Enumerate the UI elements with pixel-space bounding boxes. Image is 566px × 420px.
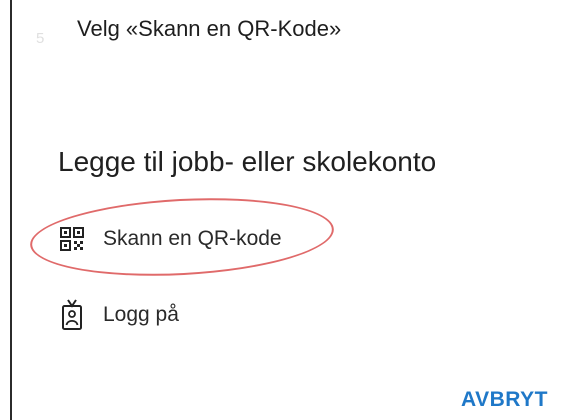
id-badge-icon [58,298,86,332]
instruction-text: Velg «Skann en QR-Kode» [77,16,342,41]
document-margin-line [10,0,12,420]
cancel-button[interactable]: AVBRYT [461,388,548,412]
login-option[interactable]: Logg på [58,298,179,332]
scan-qr-code-label: Skann en QR-kode [103,227,282,250]
qr-code-icon [58,222,86,256]
step-number: 5 [36,30,45,47]
scan-qr-code-option[interactable]: Skann en QR-kode [58,222,282,256]
login-label: Logg på [103,303,179,326]
dialog-title: Legge til jobb- eller skolekonto [58,146,437,177]
